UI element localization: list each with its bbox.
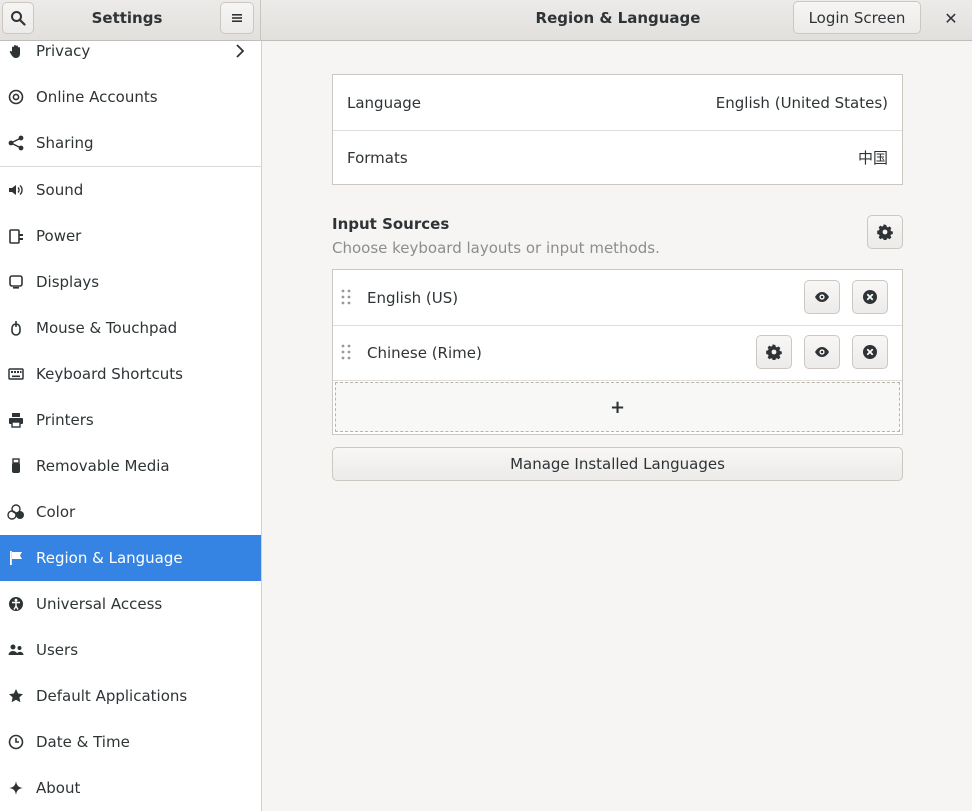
input-source-label: Chinese (Rime): [367, 343, 482, 362]
input-sources-options-button[interactable]: [867, 215, 903, 249]
sidebar-item-about[interactable]: About: [0, 765, 261, 811]
close-button[interactable]: ✕: [935, 2, 967, 34]
formats-label: Formats: [347, 148, 408, 167]
sidebar-item-label: Mouse & Touchpad: [36, 319, 178, 337]
sidebar-item-region-language[interactable]: Region & Language: [0, 535, 261, 581]
remove-source-button[interactable]: [852, 280, 888, 314]
sidebar-item-mouse-touchpad[interactable]: Mouse & Touchpad: [0, 305, 261, 351]
clock-icon: [7, 733, 25, 751]
keyboard-icon: [7, 365, 25, 383]
sidebar-item-sound[interactable]: Sound: [0, 167, 261, 213]
header-bar: Settings Region & Language Login Screen …: [0, 0, 972, 41]
close-icon: ✕: [944, 8, 958, 28]
language-value: English (United States): [715, 93, 888, 112]
sidebar-item-sharing[interactable]: Sharing: [0, 120, 261, 166]
sidebar-item-label: Power: [36, 227, 82, 245]
sidebar-item-keyboard-shortcuts[interactable]: Keyboard Shortcuts: [0, 351, 261, 397]
eye-icon: [815, 347, 829, 357]
input-sources-list: English (US) Chinese (Rime) +: [332, 269, 903, 435]
header-left-pane: Settings: [0, 0, 261, 41]
preview-layout-button[interactable]: [804, 335, 840, 369]
drag-handle-icon[interactable]: [341, 344, 351, 360]
hand-icon: [7, 42, 25, 60]
input-sources-heading: Input Sources: [332, 215, 450, 233]
printer-icon: [7, 411, 25, 429]
sidebar-item-privacy[interactable]: Privacy: [0, 41, 261, 74]
drag-handle-icon[interactable]: [341, 289, 351, 305]
gear-icon: [877, 224, 893, 240]
remove-source-button[interactable]: [852, 335, 888, 369]
page-title: Region & Language: [535, 9, 701, 27]
sidebar-item-power[interactable]: Power: [0, 213, 261, 259]
sidebar-item-printers[interactable]: Printers: [0, 397, 261, 443]
search-icon: [11, 11, 26, 26]
sidebar-item-label: Online Accounts: [36, 88, 158, 106]
sidebar-item-label: Sound: [36, 181, 84, 199]
sidebar-item-label: Users: [36, 641, 79, 659]
sidebar-item-users[interactable]: Users: [0, 627, 261, 673]
at-icon: [7, 88, 25, 106]
usb-icon: [7, 457, 25, 475]
sidebar-item-label: Displays: [36, 273, 100, 291]
accessibility-icon: [7, 595, 25, 613]
preview-layout-button[interactable]: [804, 280, 840, 314]
eye-icon: [815, 292, 829, 302]
mouse-icon: [7, 319, 25, 337]
settings-title: Settings: [91, 9, 163, 27]
add-input-source-button[interactable]: +: [335, 382, 900, 432]
color-icon: [7, 503, 25, 521]
remove-icon: [863, 345, 877, 359]
sidebar-item-color[interactable]: Color: [0, 489, 261, 535]
sidebar-item-label: Removable Media: [36, 457, 170, 475]
sidebar-item-label: About: [36, 779, 81, 797]
sidebar-item-label: Date & Time: [36, 733, 130, 751]
remove-icon: [863, 290, 877, 304]
hamburger-icon: [232, 14, 242, 22]
search-button[interactable]: [2, 2, 34, 34]
sidebar-item-label: Privacy: [36, 42, 91, 60]
sidebar-item-online-accounts[interactable]: Online Accounts: [0, 74, 261, 120]
sparkle-icon: [7, 779, 25, 797]
region-list: Language English (United States) Formats…: [332, 74, 903, 185]
chevron-right-icon: [236, 44, 245, 58]
formats-value: 中国: [857, 149, 888, 167]
users-icon: [7, 641, 25, 659]
display-icon: [7, 273, 25, 291]
speaker-icon: [7, 181, 25, 199]
input-source-label: English (US): [367, 288, 459, 307]
sidebar-item-date-time[interactable]: Date & Time: [0, 719, 261, 765]
content-pane: Language English (United States) Formats…: [262, 41, 972, 811]
sidebar: Privacy Online Accounts Sharing Sound Po…: [0, 41, 262, 811]
input-source-row[interactable]: Chinese (Rime): [333, 325, 902, 380]
manage-installed-languages-button[interactable]: Manage Installed Languages: [332, 447, 903, 481]
sidebar-item-label: Color: [36, 503, 76, 521]
source-settings-button[interactable]: [756, 335, 792, 369]
language-label: Language: [347, 93, 422, 112]
menu-button[interactable]: [220, 2, 254, 34]
input-source-row[interactable]: English (US): [333, 270, 902, 325]
sidebar-item-displays[interactable]: Displays: [0, 259, 261, 305]
sidebar-item-label: Default Applications: [36, 687, 188, 705]
login-screen-button[interactable]: Login Screen: [793, 1, 921, 34]
sidebar-item-default-applications[interactable]: Default Applications: [0, 673, 261, 719]
sidebar-item-label: Region & Language: [36, 549, 183, 567]
sidebar-item-removable-media[interactable]: Removable Media: [0, 443, 261, 489]
formats-row[interactable]: Formats 中国: [333, 130, 902, 185]
language-row[interactable]: Language English (United States): [333, 75, 902, 130]
sidebar-item-label: Printers: [36, 411, 94, 429]
row-divider: [333, 380, 902, 381]
input-sources-subtitle: Choose keyboard layouts or input methods…: [332, 239, 660, 257]
sidebar-item-label: Universal Access: [36, 595, 163, 613]
gear-icon: [766, 344, 782, 360]
plus-icon: +: [609, 396, 626, 418]
sidebar-item-universal-access[interactable]: Universal Access: [0, 581, 261, 627]
sidebar-item-label: Keyboard Shortcuts: [36, 365, 183, 383]
share-icon: [7, 134, 25, 152]
flag-icon: [7, 549, 25, 567]
star-icon: [7, 687, 25, 705]
power-icon: [7, 227, 25, 245]
sidebar-item-label: Sharing: [36, 134, 94, 152]
